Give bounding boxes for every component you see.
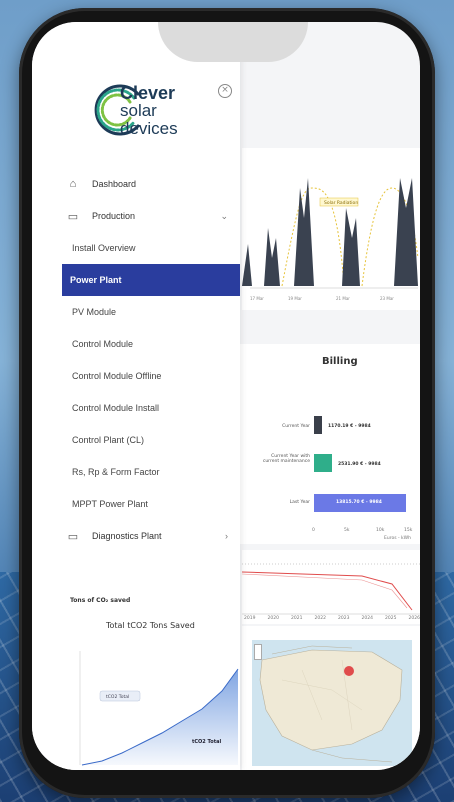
brand-name: Clever solar devices	[120, 84, 178, 138]
loss-chart	[241, 563, 420, 615]
x-tick: 2023	[338, 616, 350, 621]
dashboard-content: Solar Radiation 17 Mar 19 Mar 21 Mar 23 …	[240, 22, 420, 770]
loss-chart-card: 2019 2020 2021 2022 2023 2024 2025 2026	[241, 550, 420, 624]
x-tick: 23 Mar	[380, 296, 394, 301]
x-tick: 2020	[267, 616, 279, 621]
production-chart-card: Solar Radiation 17 Mar 19 Mar 21 Mar 23 …	[242, 148, 420, 310]
monitor-icon: ▭	[67, 530, 79, 543]
co2-annotation: tCO2 Total	[192, 739, 221, 745]
x-tick: 2024	[361, 616, 373, 621]
x-tick: 21 Mar	[336, 296, 350, 301]
co2-chart: tCO2 Total tCO2 Total	[79, 651, 239, 766]
production-peak	[294, 178, 314, 286]
production-peak	[342, 208, 360, 286]
radiation-legend: Solar Radiation	[324, 200, 358, 206]
billing-row-value: 13815.70 € - 9984	[336, 500, 382, 505]
phone-screen: Solar Radiation 17 Mar 19 Mar 21 Mar 23 …	[32, 22, 420, 770]
production-peak	[394, 178, 418, 286]
x-tick: 17 Mar	[250, 296, 264, 301]
sidebar-item-control-module[interactable]: Control Module	[32, 328, 240, 360]
x-tick: 2021	[291, 616, 303, 621]
sidebar-item-control-plant[interactable]: Control Plant (CL)	[32, 424, 240, 456]
map-card	[242, 626, 420, 770]
sidebar-item-dashboard[interactable]: ⌂ Dashboard	[32, 168, 240, 200]
sidebar-item-install-overview[interactable]: Install Overview	[32, 232, 240, 264]
sidebar-item-label: Control Plant (CL)	[72, 435, 145, 445]
sidebar-item-label: Control Module Offline	[72, 371, 162, 381]
sidebar-item-rs-rp-form-factor[interactable]: Rs, Rp & Form Factor	[32, 456, 240, 488]
x-tick: 2025	[385, 616, 397, 621]
sidebar-item-diagnostics-plant[interactable]: ▭ Diagnostics Plant ›	[32, 520, 240, 552]
x-tick: 19 Mar	[288, 296, 302, 301]
co2-area	[82, 669, 238, 765]
sidebar-item-mppt-power-plant[interactable]: MPPT Power Plant	[32, 488, 240, 520]
sidebar-nav: ⌂ Dashboard ▭ Production ⌄ Install Overv…	[32, 168, 240, 552]
sidebar-item-label: PV Module	[72, 307, 117, 317]
x-tick: 10k	[376, 528, 385, 533]
sidebar-item-control-module-install[interactable]: Control Module Install	[32, 392, 240, 424]
map-image	[259, 645, 403, 763]
sidebar-item-label: Diagnostics Plant	[92, 531, 162, 541]
co2-saved-card: Tons of CO₂ saved Total tCO2 Tons Saved …	[62, 597, 240, 770]
x-tick: 2026	[408, 616, 420, 621]
x-axis-caption: Euros - kWh	[384, 536, 411, 541]
billing-row-value: 2531.90 € - 9984	[338, 462, 381, 467]
billing-bar	[314, 416, 322, 434]
chevron-right-icon: ›	[225, 531, 228, 541]
sidebar: Clever solar devices × ⌂ Dashboard ▭ Pro…	[32, 22, 240, 770]
brand-line-2: solar	[120, 101, 157, 120]
home-icon: ⌂	[69, 178, 77, 190]
billing-card: Billing Current Year 1170.19 € - 9984 Cu…	[240, 344, 420, 544]
x-tick: 0	[312, 528, 315, 533]
co2-section-title: Tons of CO₂ saved	[70, 597, 131, 604]
sidebar-item-control-module-offline[interactable]: Control Module Offline	[32, 360, 240, 392]
x-tick: 5k	[344, 528, 350, 533]
sidebar-item-label: Control Module	[72, 339, 134, 349]
billing-row-label: Current Year with current maintenance	[262, 454, 310, 464]
x-tick: 2019	[244, 616, 256, 621]
sidebar-item-label: Install Overview	[72, 243, 136, 253]
plant-location-map[interactable]	[252, 640, 412, 766]
production-peak	[264, 228, 280, 286]
phone-notch	[158, 22, 308, 62]
billing-bar	[314, 454, 332, 472]
production-peak	[242, 244, 252, 286]
close-sidebar-icon[interactable]: ×	[218, 84, 232, 98]
sidebar-item-power-plant[interactable]: Power Plant	[62, 264, 240, 296]
chevron-down-icon: ⌄	[220, 210, 228, 221]
brand-line-1: Clever	[120, 83, 176, 103]
co2-legend: tCO2 Total	[106, 694, 129, 700]
plant-marker-icon[interactable]	[344, 666, 354, 676]
sidebar-item-label: Rs, Rp & Form Factor	[72, 467, 160, 477]
sidebar-item-label: Dashboard	[92, 179, 137, 189]
zoom-control[interactable]	[254, 644, 262, 660]
production-chart: Solar Radiation 17 Mar 19 Mar 21 Mar 23 …	[242, 178, 419, 301]
x-tick: 2022	[314, 616, 326, 621]
billing-row-value: 1170.19 € - 9984	[328, 424, 371, 429]
billing-row-label: Last Year	[289, 500, 310, 505]
co2-chart-title: Total tCO2 Tons Saved	[106, 621, 195, 630]
sidebar-item-production[interactable]: ▭ Production ⌄	[32, 200, 240, 232]
billing-row-label: Current Year	[282, 424, 310, 429]
sidebar-item-label: Production	[92, 211, 136, 221]
sidebar-item-label: Power Plant	[70, 275, 122, 285]
brand-line-3: devices	[120, 119, 178, 138]
sidebar-item-pv-module[interactable]: PV Module	[32, 296, 240, 328]
billing-title: Billing	[322, 356, 358, 367]
x-tick: 15k	[404, 528, 413, 533]
sidebar-item-label: MPPT Power Plant	[72, 499, 148, 509]
sidebar-item-label: Control Module Install	[72, 403, 160, 413]
monitor-icon: ▭	[67, 210, 79, 223]
